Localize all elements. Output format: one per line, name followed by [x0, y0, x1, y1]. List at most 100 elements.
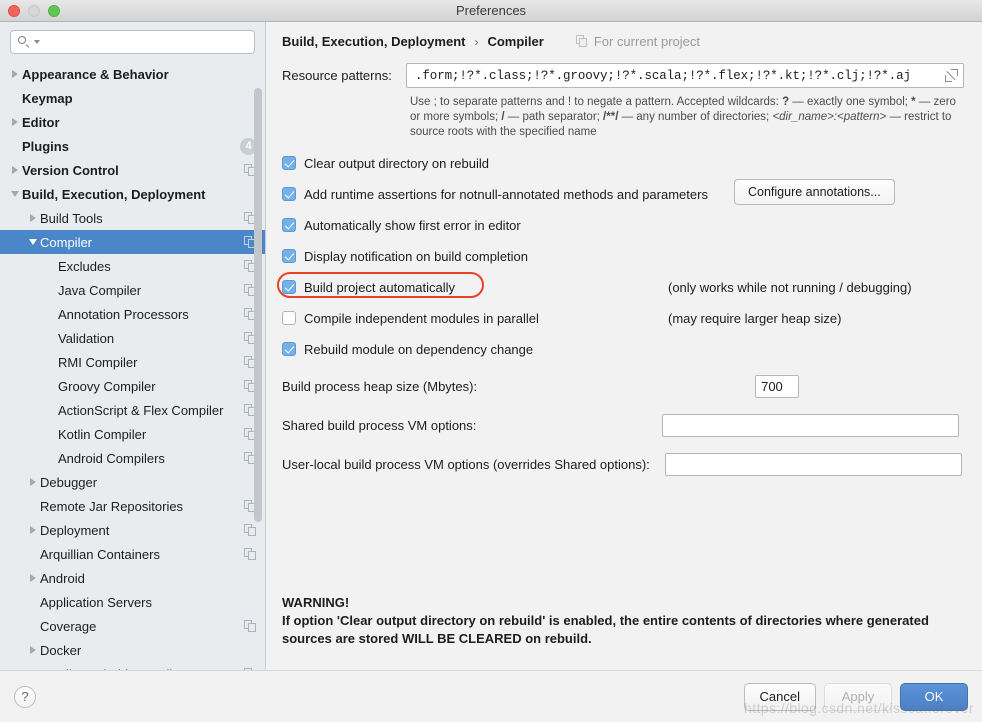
sidebar-scrollbar-thumb[interactable]: [254, 88, 262, 522]
checkbox-clear-output-directory-on-rebuild[interactable]: [282, 156, 296, 170]
checkbox-add-runtime-assertions-for-notnull-annotated-methods-and-parameters[interactable]: [282, 187, 296, 201]
resource-patterns-hint: Use ; to separate patterns and ! to nega…: [410, 95, 964, 140]
help-button[interactable]: ?: [14, 685, 36, 708]
sidebar-item-arquillian-containers[interactable]: Arquillian Containers: [0, 542, 265, 566]
user-vm-options-input[interactable]: [664, 453, 962, 476]
cancel-button[interactable]: Cancel: [743, 682, 816, 711]
checkbox-row-build-project-automatically[interactable]: Build project automatically (only works w…: [277, 272, 964, 298]
breadcrumb-parent[interactable]: Build, Execution, Deployment: [282, 34, 465, 49]
sidebar-item-android-compilers[interactable]: Android Compilers: [0, 446, 265, 470]
apply-button[interactable]: Apply: [824, 682, 892, 711]
chevron-right-icon[interactable]: [8, 110, 22, 134]
sidebar-item-rmi-compiler[interactable]: RMI Compiler: [0, 350, 265, 374]
sidebar-item-gradle-android-compiler[interactable]: Gradle-Android Compiler: [0, 662, 265, 670]
checkbox-note: (may require larger heap size): [668, 310, 842, 326]
checkbox-build-project-automatically[interactable]: [282, 280, 296, 294]
window-title: Preferences: [455, 3, 527, 18]
heap-size-input[interactable]: [755, 375, 800, 398]
checkbox-rebuild-module-on-dependency-change[interactable]: [282, 342, 296, 356]
sidebar-item-remote-jar-repositories[interactable]: Remote Jar Repositories: [0, 494, 265, 518]
sidebar-item-debugger[interactable]: Debugger: [0, 470, 265, 494]
user-vm-options-row: User-local build process VM options (ove…: [282, 453, 964, 476]
zoom-window-button[interactable]: [48, 5, 60, 17]
sidebar-item-application-servers[interactable]: Application Servers: [0, 590, 265, 614]
heap-size-label: Build process heap size (Mbytes):: [282, 379, 478, 394]
checkbox-row-rebuild-module-on-dependency-change[interactable]: Rebuild module on dependency change: [282, 339, 964, 359]
resource-patterns-field[interactable]: [406, 63, 964, 88]
breadcrumb-separator-icon: ›: [474, 34, 479, 49]
shared-vm-options-input[interactable]: [662, 414, 960, 437]
checkbox-row-display-notification-on-build-completion[interactable]: Display notification on build completion: [282, 246, 964, 266]
sidebar-item-label: Validation: [58, 330, 115, 346]
sidebar-item-plugins[interactable]: Plugins 4: [0, 134, 265, 158]
sidebar-item-label: Annotation Processors: [58, 306, 189, 322]
settings-tree[interactable]: Appearance & Behavior Keymap Editor Plugins…: [0, 60, 265, 670]
sidebar-item-deployment[interactable]: Deployment: [0, 518, 265, 542]
sidebar-item-editor[interactable]: Editor: [0, 110, 265, 134]
chevron-right-icon[interactable]: [26, 566, 40, 590]
expand-editor-icon[interactable]: [944, 68, 959, 83]
chevron-right-icon[interactable]: [8, 62, 22, 86]
compiler-options-checkbox-group: Clear output directory on rebuild Add run…: [277, 153, 964, 359]
sidebar-item-build-execution-deployment[interactable]: Build, Execution, Deployment: [0, 182, 265, 206]
sidebar-item-label: Keymap: [22, 90, 73, 106]
chevron-right-icon[interactable]: [26, 470, 40, 494]
chevron-right-icon[interactable]: [26, 638, 40, 662]
sidebar-item-android[interactable]: Android: [0, 566, 265, 590]
sidebar-item-validation[interactable]: Validation: [0, 326, 265, 350]
sidebar-item-groovy-compiler[interactable]: Groovy Compiler: [0, 374, 265, 398]
sidebar-item-label: Kotlin Compiler: [58, 426, 147, 442]
sidebar-item-label: Docker: [40, 642, 82, 658]
sidebar-item-coverage[interactable]: Coverage: [0, 614, 265, 638]
checkbox-compile-independent-modules-in-parallel[interactable]: [282, 311, 296, 325]
chevron-right-icon[interactable]: [26, 518, 40, 542]
sidebar-item-excludes[interactable]: Excludes: [0, 254, 265, 278]
compiler-settings-form: Resource patterns: Use ; to separate pat…: [266, 49, 982, 476]
chevron-down-icon[interactable]: [26, 230, 40, 254]
sidebar-item-docker[interactable]: Docker: [0, 638, 265, 662]
sidebar-item-label: Android: [40, 570, 85, 586]
sidebar-item-label: Compiler: [40, 234, 93, 250]
chevron-down-icon[interactable]: [8, 182, 22, 206]
checkbox-display-notification-on-build-completion[interactable]: [282, 249, 296, 263]
checkbox-row-clear-output-directory-on-rebuild[interactable]: Clear output directory on rebuild: [282, 153, 964, 173]
close-window-button[interactable]: [8, 5, 20, 17]
sidebar-item-label: Editor: [22, 114, 60, 130]
configure-annotations-button[interactable]: Configure annotations...: [734, 179, 895, 205]
warning-title: WARNING!: [282, 595, 350, 610]
ok-button[interactable]: OK: [900, 682, 968, 711]
shared-vm-options-row: Shared build process VM options:: [282, 414, 964, 437]
hint-dirname-pattern: <dir_name>:<pattern>: [772, 111, 887, 123]
preferences-dialog: Preferences Appearance & Behavior Keymap E…: [0, 0, 982, 722]
sidebar-item-label: Coverage: [40, 618, 97, 634]
chevron-right-icon[interactable]: [8, 158, 22, 182]
sidebar-item-build-tools[interactable]: Build Tools: [0, 206, 265, 230]
sidebar-item-actionscript-flex-compiler[interactable]: ActionScript & Flex Compiler: [0, 398, 265, 422]
sidebar-item-appearance-behavior[interactable]: Appearance & Behavior: [0, 62, 265, 86]
sidebar-item-label: Plugins: [22, 138, 69, 154]
resource-patterns-input[interactable]: [413, 65, 944, 86]
checkbox-label: Compile independent modules in parallel: [304, 310, 539, 326]
sidebar-item-label: Excludes: [58, 258, 111, 274]
checkbox-row-add-runtime-assertions-for-notnull-annotated-methods-and-parameters[interactable]: Add runtime assertions for notnull-annot…: [282, 179, 964, 205]
sidebar-item-kotlin-compiler[interactable]: Kotlin Compiler: [0, 422, 265, 446]
sidebar-item-java-compiler[interactable]: Java Compiler: [0, 278, 265, 302]
chevron-right-icon[interactable]: [26, 206, 40, 230]
project-scope-label: For current project: [593, 34, 701, 49]
checkbox-row-compile-independent-modules-in-parallel[interactable]: Compile independent modules in parallel (…: [282, 308, 964, 328]
checkbox-row-automatically-show-first-error-in-editor[interactable]: Automatically show first error in editor: [282, 215, 964, 235]
checkbox-label: Build project automatically: [304, 279, 456, 295]
sidebar-item-annotation-processors[interactable]: Annotation Processors: [0, 302, 265, 326]
search-input[interactable]: [40, 32, 248, 52]
sidebar-item-label: Appearance & Behavior: [22, 66, 169, 82]
minimize-window-button[interactable]: [28, 5, 40, 17]
sidebar-scrollbar[interactable]: [254, 88, 262, 670]
search-box[interactable]: [10, 30, 255, 54]
window-controls: [8, 5, 60, 17]
checkbox-automatically-show-first-error-in-editor[interactable]: [282, 218, 296, 232]
sidebar-item-version-control[interactable]: Version Control: [0, 158, 265, 182]
dialog-action-buttons: Cancel Apply OK: [743, 682, 968, 711]
sidebar-item-label: Android Compilers: [58, 450, 165, 466]
sidebar-item-compiler[interactable]: Compiler: [0, 230, 265, 254]
sidebar-item-keymap[interactable]: Keymap: [0, 86, 265, 110]
